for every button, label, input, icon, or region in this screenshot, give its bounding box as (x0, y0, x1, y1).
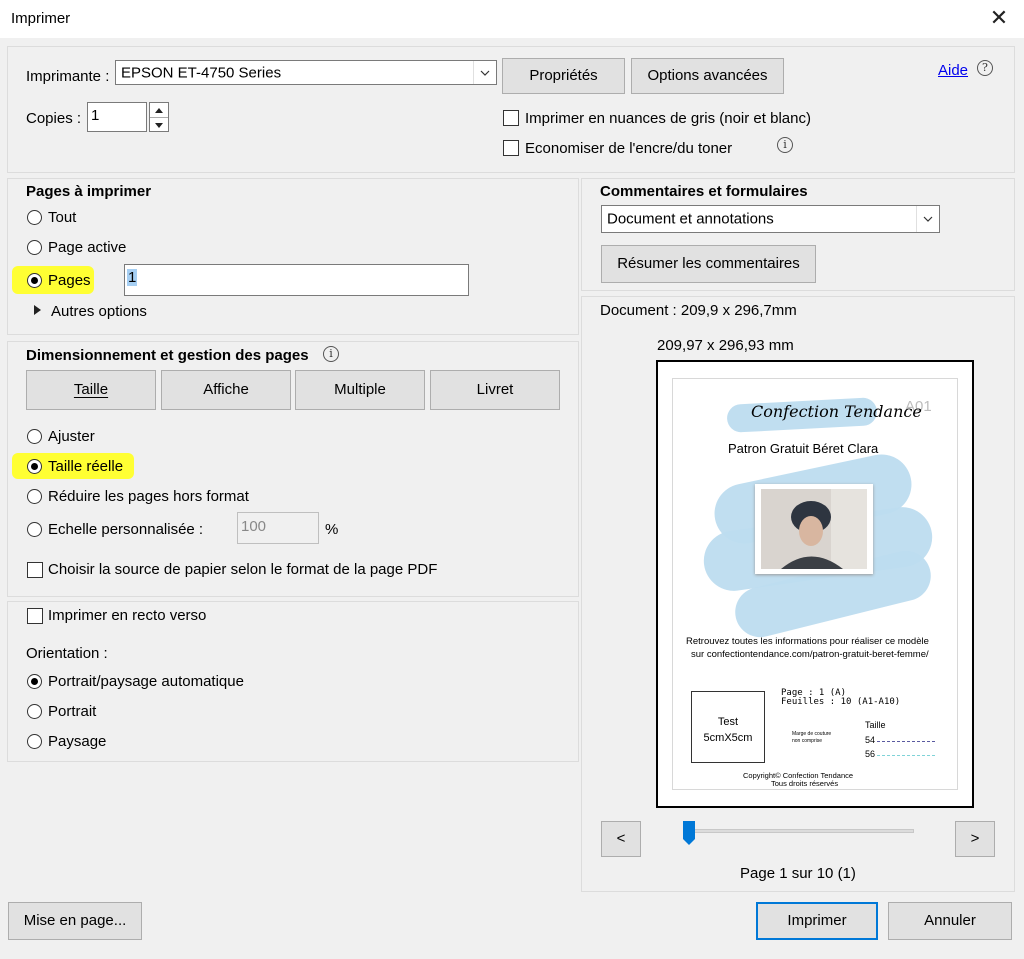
pages-range-input[interactable]: 1 (124, 264, 469, 296)
size-56: 56 (865, 749, 876, 759)
sizing-info-icon[interactable]: i (323, 346, 339, 362)
stepper-down-icon[interactable] (150, 118, 168, 132)
duplex-checkbox[interactable] (27, 608, 43, 624)
paper-size: 209,97 x 296,93 mm (657, 337, 794, 354)
seam-note-2: non comprise (792, 738, 823, 744)
document-size: Document : 209,9 x 296,7mm (600, 302, 797, 319)
preview-page: A01 Confection Tendance Patron Gratuit B… (672, 378, 958, 790)
next-page-button[interactable]: > (955, 821, 995, 857)
seam-note-1: Marge de couture (792, 731, 832, 737)
comments-select[interactable]: Document et annotations (601, 205, 940, 233)
print-button[interactable]: Imprimer (756, 902, 878, 940)
window-title: Imprimer (11, 10, 71, 27)
printer-select-value: EPSON ET-4750 Series (121, 64, 282, 81)
properties-button[interactable]: Propriétés (502, 58, 625, 94)
radio-custom-scale[interactable] (27, 522, 42, 537)
radio-pages-label: Pages (48, 272, 91, 289)
printer-label: Imprimante : (26, 68, 110, 85)
copies-label: Copies : (26, 110, 82, 127)
page-brand: Confection Tendance (751, 402, 922, 421)
more-options-label[interactable]: Autres options (51, 303, 147, 320)
radio-all[interactable] (27, 210, 42, 225)
duplex-label: Imprimer en recto verso (48, 607, 207, 624)
chevron-down-icon (916, 206, 939, 232)
radio-auto-orientation[interactable] (27, 674, 42, 689)
copies-input[interactable]: 1 (87, 102, 147, 132)
test-square: Test 5cmX5cm (691, 691, 765, 763)
radio-shrink-label: Réduire les pages hors format (48, 488, 249, 505)
advanced-options-button[interactable]: Options avancées (631, 58, 784, 94)
size-56-line (877, 755, 935, 756)
radio-custom-label: Echelle personnalisée : (48, 521, 204, 538)
radio-landscape[interactable] (27, 734, 42, 749)
copies-value: 1 (91, 107, 100, 124)
custom-scale-value: 100 (241, 518, 267, 535)
tab-multiple[interactable]: Multiple (295, 370, 425, 410)
sizing-title: Dimensionnement et gestion des pages (26, 347, 309, 364)
page-slider-track[interactable] (688, 829, 914, 833)
help-icon[interactable]: ? (977, 60, 993, 76)
page-sheets-label: Feuilles : 10 (A1-A10) (781, 697, 901, 707)
comments-select-value: Document et annotations (607, 210, 774, 228)
size-54: 54 (865, 735, 876, 745)
save-ink-checkbox[interactable] (503, 140, 519, 156)
tab-booklet[interactable]: Livret (430, 370, 560, 410)
page-slider-thumb[interactable] (683, 821, 695, 845)
radio-auto-label: Portrait/paysage automatique (48, 673, 244, 690)
page-subtitle: Patron Gratuit Béret Clara (728, 441, 879, 456)
radio-landscape-label: Paysage (48, 733, 107, 750)
cancel-button[interactable]: Annuler (888, 902, 1012, 940)
photo-frame (755, 484, 873, 574)
page-preview: A01 Confection Tendance Patron Gratuit B… (656, 360, 974, 808)
radio-all-label: Tout (48, 209, 77, 226)
radio-actual-label: Taille réelle (48, 458, 124, 475)
pages-title: Pages à imprimer (26, 183, 152, 200)
percent-label: % (325, 521, 339, 538)
info-icon[interactable]: i (777, 137, 793, 153)
orientation-label: Orientation : (26, 645, 108, 662)
prev-page-button[interactable]: < (601, 821, 641, 857)
radio-actual-size[interactable] (27, 459, 42, 474)
stepper-up-icon[interactable] (150, 103, 168, 118)
copyright-2: Tous droits réservés (771, 779, 839, 788)
custom-scale-input[interactable]: 100 (237, 512, 319, 544)
page-info-line2: sur confectiontendance.com/patron-gratui… (691, 649, 929, 660)
radio-current-page[interactable] (27, 240, 42, 255)
copies-stepper[interactable] (149, 102, 169, 132)
comments-title: Commentaires et formulaires (600, 183, 808, 200)
save-ink-label: Economiser de l'encre/du toner (525, 140, 733, 157)
printer-select[interactable]: EPSON ET-4750 Series (115, 60, 497, 85)
test-label-2: 5cmX5cm (703, 732, 753, 744)
help-link[interactable]: Aide (938, 62, 968, 79)
radio-portrait[interactable] (27, 704, 42, 719)
radio-current-label: Page active (48, 239, 127, 256)
page-info: Page 1 sur 10 (1) (740, 865, 856, 882)
pages-range-value: 1 (127, 269, 138, 286)
close-icon[interactable]: ✕ (985, 4, 1013, 32)
size-title: Taille (865, 720, 886, 730)
grayscale-label: Imprimer en nuances de gris (noir et bla… (525, 110, 811, 127)
radio-pages[interactable] (27, 273, 42, 288)
radio-fit[interactable] (27, 429, 42, 444)
expand-triangle-icon[interactable] (34, 305, 41, 315)
radio-shrink[interactable] (27, 489, 42, 504)
paper-source-label: Choisir la source de papier selon le for… (48, 561, 438, 578)
grayscale-checkbox[interactable] (503, 110, 519, 126)
test-label-1: Test (717, 716, 739, 728)
radio-fit-label: Ajuster (48, 428, 95, 445)
tab-poster[interactable]: Affiche (161, 370, 291, 410)
radio-portrait-label: Portrait (48, 703, 97, 720)
page-setup-button[interactable]: Mise en page... (8, 902, 142, 940)
page-info-line1: Retrouvez toutes les informations pour r… (686, 636, 929, 647)
portrait-image (761, 489, 867, 569)
summarize-comments-button[interactable]: Résumer les commentaires (601, 245, 816, 283)
chevron-down-icon (473, 61, 496, 84)
tab-size[interactable]: Taille (26, 370, 156, 410)
size-54-line (877, 741, 935, 742)
tab-size-label: Taille (73, 381, 109, 398)
paper-source-checkbox[interactable] (27, 562, 43, 578)
title-bar (0, 0, 1024, 38)
